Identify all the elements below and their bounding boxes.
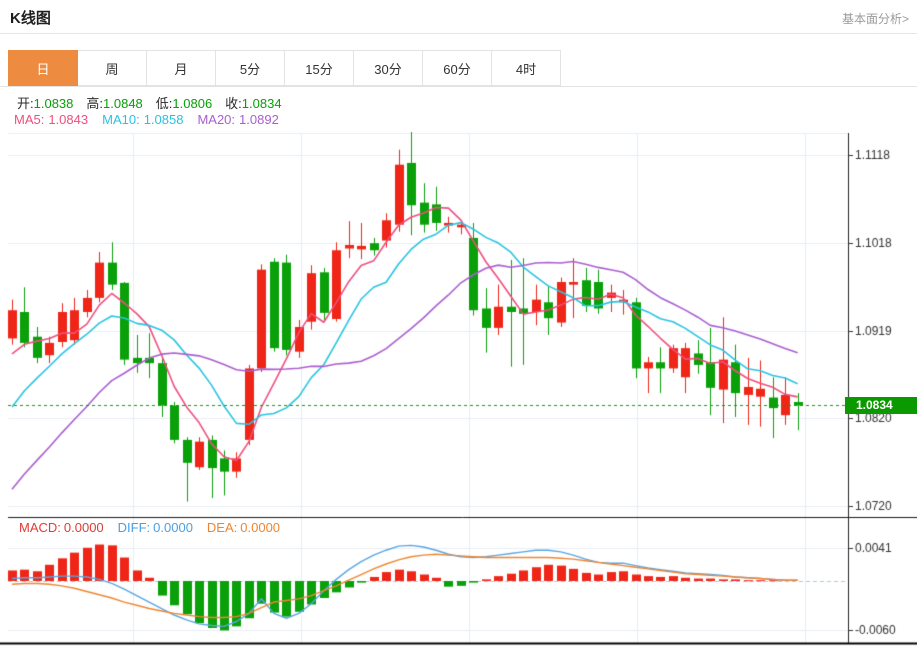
tab-30min[interactable]: 30分 [353, 50, 423, 86]
kline-widget: K线图 基本面分析> 日 周 月 5分 15分 30分 60分 4时 开:1.0… [0, 0, 917, 650]
ma20-value: 1.0892 [239, 112, 279, 127]
ohlc-legend: 开:1.0838 高:1.0848 低:1.0806 收:1.0834 [17, 93, 295, 112]
dea-label: DEA: [206, 520, 238, 535]
high-value: 1.0848 [103, 96, 143, 111]
open-value: 1.0838 [33, 96, 74, 111]
period-tabbar: 日 周 月 5分 15分 30分 60分 4时 [0, 50, 917, 87]
tab-15min[interactable]: 15分 [284, 50, 354, 86]
macd-label: MACD: [19, 520, 61, 535]
dea-value: 0.0000 [240, 520, 281, 535]
low-value: 1.0806 [172, 96, 213, 111]
open-label: 开: [17, 96, 34, 111]
ma5-value: 1.0843 [48, 112, 89, 127]
page-title: K线图 [10, 10, 51, 27]
ma20-label: MA20: [197, 112, 236, 127]
diff-label: DIFF: [117, 520, 151, 535]
close-value: 1.0834 [241, 96, 282, 111]
macd-value: 0.0000 [63, 520, 104, 535]
ma10-value: 1.0858 [143, 112, 184, 127]
tab-week[interactable]: 周 [77, 50, 147, 86]
macd-legend: MACD: 0.0000 DIFF: 0.0000 DEA: 0.0000 [19, 520, 294, 535]
tab-day[interactable]: 日 [8, 50, 78, 86]
current-price-tag: 1.0834 [845, 397, 917, 414]
ma10-label: MA10: [102, 112, 140, 127]
ma5-label: MA5: [14, 112, 45, 127]
diff-value: 0.0000 [153, 520, 193, 535]
kline-chart-canvas[interactable] [0, 86, 917, 650]
widget-header: K线图 基本面分析> [0, 0, 917, 34]
chart-area: 开:1.0838 高:1.0848 低:1.0806 收:1.0834 MA5: 1.0… [0, 86, 917, 650]
fundamental-analysis-link[interactable]: 基本面分析> [842, 10, 909, 27]
low-label: 低: [155, 96, 173, 111]
tab-5min[interactable]: 5分 [215, 50, 285, 86]
tab-60min[interactable]: 60分 [422, 50, 492, 86]
tab-4hour[interactable]: 4时 [491, 50, 561, 86]
close-label: 收: [225, 96, 242, 111]
ma-legend: MA5: 1.0843 MA10: 1.0858 MA20: 1.0892 [14, 112, 293, 127]
high-label: 高: [86, 96, 104, 111]
tab-month[interactable]: 月 [146, 50, 216, 86]
